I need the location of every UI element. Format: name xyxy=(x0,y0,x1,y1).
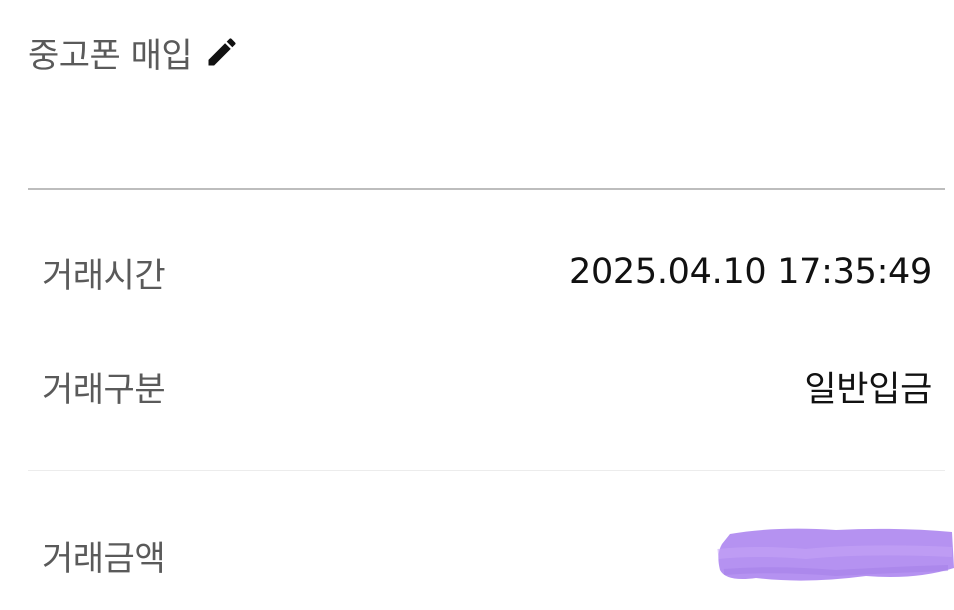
transaction-time-label: 거래시간 xyxy=(42,255,166,296)
transaction-type-value: 일반입금 xyxy=(804,369,932,410)
pencil-icon[interactable] xyxy=(202,32,242,72)
transaction-amount-label: 거래금액 xyxy=(42,538,166,579)
title-row: 중고폰 매입 xyxy=(28,28,242,76)
section-divider xyxy=(28,470,945,471)
redaction-mark xyxy=(717,528,954,581)
transaction-type-row: 거래구분 일반입금 xyxy=(42,358,932,414)
header-divider xyxy=(28,188,945,190)
transaction-time-value: 2025.04.10 17:35:49 xyxy=(568,252,932,292)
page-title: 중고폰 매입 xyxy=(28,35,193,76)
transaction-time-row: 거래시간 2025.04.10 17:35:49 xyxy=(42,244,932,300)
transaction-type-label: 거래구분 xyxy=(42,369,166,410)
